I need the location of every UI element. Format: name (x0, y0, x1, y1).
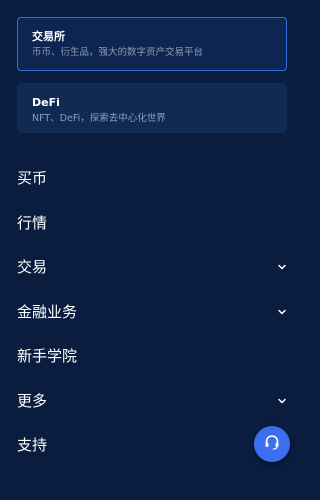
nav-item-label: 买币 (17, 169, 48, 188)
nav-item-label: 新手学院 (17, 347, 78, 366)
nav-item-markets[interactable]: 行情 (0, 201, 304, 246)
nav-item-label: 支持 (17, 436, 48, 455)
nav-item-label: 更多 (17, 391, 48, 410)
main-nav-menu: 买币 行情 交易 金融业务 新手学院 更多 支持 (0, 156, 304, 468)
nav-item-trade[interactable]: 交易 (0, 245, 304, 290)
defi-card-subtitle: NFT、DeFi，探索去中心化世界 (32, 113, 166, 124)
nav-item-label: 行情 (17, 213, 48, 232)
exchange-card-title: 交易所 (32, 30, 65, 43)
chevron-down-icon (277, 307, 287, 317)
defi-card-title: DeFi (32, 96, 60, 109)
nav-item-label: 交易 (17, 258, 48, 277)
headset-icon (263, 433, 281, 455)
nav-item-more[interactable]: 更多 (0, 379, 304, 424)
nav-item-label: 金融业务 (17, 302, 78, 321)
chevron-down-icon (277, 262, 287, 272)
nav-item-buy-crypto[interactable]: 买币 (0, 156, 304, 201)
nav-item-academy[interactable]: 新手学院 (0, 334, 304, 379)
chevron-down-icon (277, 396, 287, 406)
exchange-card-subtitle: 币币、衍生品，强大的数字资产交易平台 (32, 47, 204, 58)
nav-item-finance[interactable]: 金融业务 (0, 290, 304, 335)
exchange-card[interactable]: 交易所 币币、衍生品，强大的数字资产交易平台 (17, 17, 287, 71)
support-chat-button[interactable] (254, 426, 290, 462)
defi-card[interactable]: DeFi NFT、DeFi，探索去中心化世界 (17, 83, 287, 133)
